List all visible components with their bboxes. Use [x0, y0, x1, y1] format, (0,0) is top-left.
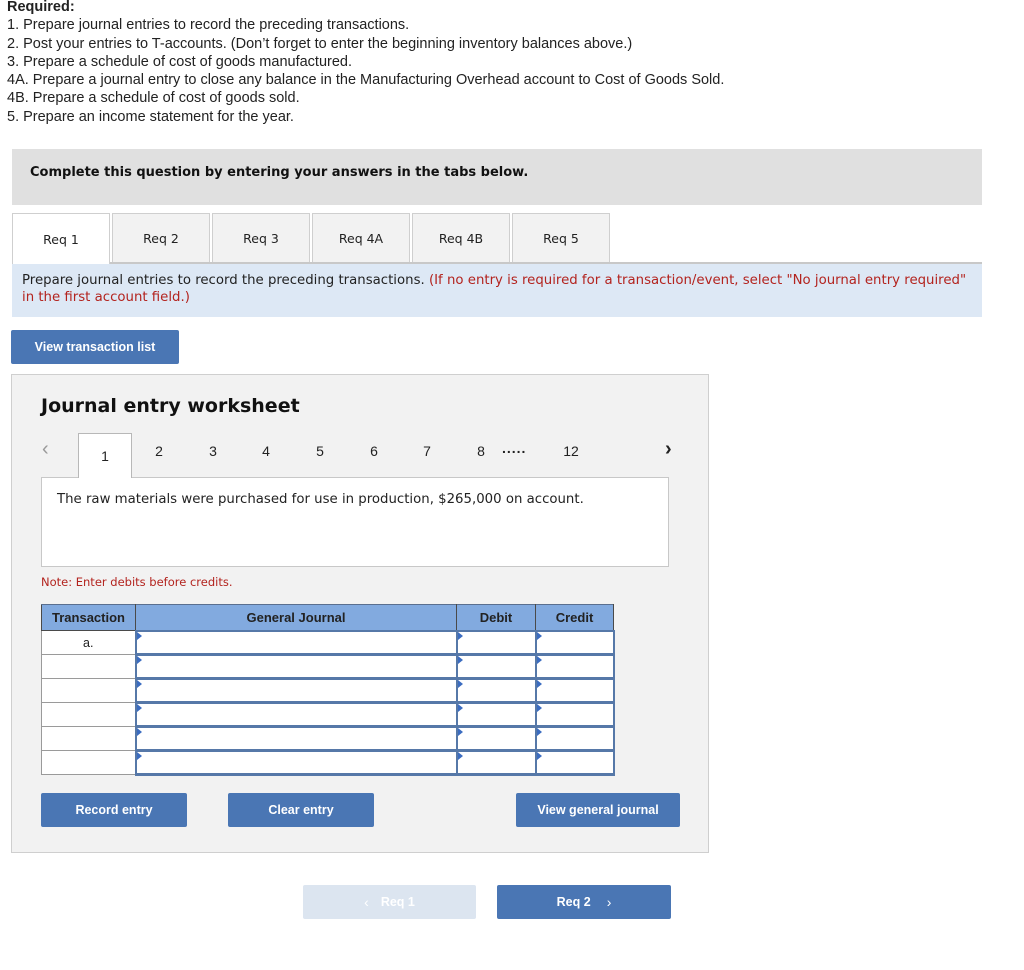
tab-req-4b[interactable]: Req 4B: [412, 213, 510, 263]
pager-page-5[interactable]: 5: [305, 433, 335, 469]
table-row: [41, 749, 615, 776]
credit-input[interactable]: [534, 653, 615, 680]
pager-page-7[interactable]: 7: [412, 433, 442, 469]
transaction-pager: ‹ 1 2 3 4 5 6 7 8 ..... 12 ›: [12, 433, 710, 478]
debit-input[interactable]: [455, 701, 537, 728]
account-input[interactable]: [134, 653, 458, 680]
required-item-2: 2. Post your entries to T-accounts. (Don…: [7, 35, 633, 52]
pager-prev-icon[interactable]: ‹: [42, 438, 49, 461]
pager-page-8[interactable]: 8: [466, 433, 496, 469]
table-row: a.: [41, 629, 615, 656]
clear-entry-button[interactable]: Clear entry: [228, 793, 374, 827]
required-heading: Required:: [7, 0, 75, 15]
pager-page-6[interactable]: 6: [359, 433, 389, 469]
pager-page-1[interactable]: 1: [78, 433, 132, 478]
pager-page-2[interactable]: 2: [144, 433, 174, 469]
debit-input[interactable]: [455, 725, 537, 752]
transaction-cell: [41, 750, 136, 775]
account-input[interactable]: [134, 701, 458, 728]
header-transaction: Transaction: [41, 604, 136, 631]
next-requirement-button[interactable]: Req 2 ›: [497, 885, 671, 919]
instruction-bar: Complete this question by entering your …: [12, 149, 982, 205]
account-input[interactable]: [134, 725, 458, 752]
pager-page-12[interactable]: 12: [556, 433, 586, 469]
journal-entry-worksheet: Journal entry worksheet ‹ 1 2 3 4 5 6 7 …: [11, 374, 709, 853]
header-debit: Debit: [456, 604, 536, 631]
chevron-right-icon: ›: [606, 894, 612, 910]
pager-page-3[interactable]: 3: [198, 433, 228, 469]
table-row: [41, 701, 615, 728]
required-item-5: 5. Prepare an income statement for the y…: [7, 108, 294, 125]
transaction-cell: [41, 726, 136, 751]
account-input[interactable]: [134, 629, 458, 656]
account-input[interactable]: [134, 749, 458, 776]
view-general-journal-button[interactable]: View general journal: [516, 793, 680, 827]
debit-input[interactable]: [455, 653, 537, 680]
prompt-main: Prepare journal entries to record the pr…: [22, 273, 429, 288]
required-item-4a: 4A. Prepare a journal entry to close any…: [7, 72, 725, 89]
table-row: [41, 725, 615, 752]
requirement-prompt: Prepare journal entries to record the pr…: [12, 264, 982, 317]
credit-input[interactable]: [534, 701, 615, 728]
prev-requirement-label: Req 1: [380, 895, 415, 909]
requirement-tabs: Req 1 Req 2 Req 3 Req 4A Req 4B Req 5: [12, 213, 612, 264]
credit-input[interactable]: [534, 629, 615, 656]
view-transaction-list-button[interactable]: View transaction list: [11, 330, 179, 364]
next-requirement-label: Req 2: [556, 895, 591, 909]
table-header-row: Transaction General Journal Debit Credit: [41, 604, 614, 631]
debit-input[interactable]: [455, 629, 537, 656]
entry-note: Note: Enter debits before credits.: [41, 575, 233, 589]
required-section: Required: 1. Prepare journal entries to …: [7, 0, 724, 126]
tab-req-3[interactable]: Req 3: [212, 213, 310, 263]
transaction-cell: a.: [41, 630, 136, 655]
worksheet-title: Journal entry worksheet: [41, 395, 300, 417]
header-general-journal: General Journal: [135, 604, 457, 631]
debit-input[interactable]: [455, 749, 537, 776]
pager-next-icon[interactable]: ›: [665, 438, 672, 461]
table-row: [41, 677, 615, 704]
transaction-description: The raw materials were purchased for use…: [41, 477, 669, 567]
record-entry-button[interactable]: Record entry: [41, 793, 187, 827]
credit-input[interactable]: [534, 677, 615, 704]
prev-requirement-button[interactable]: ‹ Req 1: [303, 885, 476, 919]
required-item-1: 1. Prepare journal entries to record the…: [7, 17, 410, 34]
general-journal-table: Transaction General Journal Debit Credit…: [41, 604, 615, 776]
pager-page-4[interactable]: 4: [251, 433, 281, 469]
required-item-4b: 4B. Prepare a schedule of cost of goods …: [7, 90, 300, 107]
tab-req-4a[interactable]: Req 4A: [312, 213, 410, 263]
transaction-cell: [41, 654, 136, 679]
transaction-cell: [41, 678, 136, 703]
instruction-text: Complete this question by entering your …: [30, 165, 529, 180]
tab-req-2[interactable]: Req 2: [112, 213, 210, 263]
credit-input[interactable]: [534, 725, 615, 752]
pager-ellipsis: .....: [502, 440, 527, 456]
credit-input[interactable]: [534, 749, 615, 776]
tab-req-5[interactable]: Req 5: [512, 213, 610, 263]
debit-input[interactable]: [455, 677, 537, 704]
chevron-left-icon: ‹: [364, 894, 369, 910]
account-input[interactable]: [134, 677, 458, 704]
tab-divider: [12, 262, 982, 264]
transaction-cell: [41, 702, 136, 727]
required-item-3: 3. Prepare a schedule of cost of goods m…: [7, 53, 352, 70]
tab-req-1[interactable]: Req 1: [12, 213, 110, 264]
table-row: [41, 653, 615, 680]
header-credit: Credit: [535, 604, 614, 631]
